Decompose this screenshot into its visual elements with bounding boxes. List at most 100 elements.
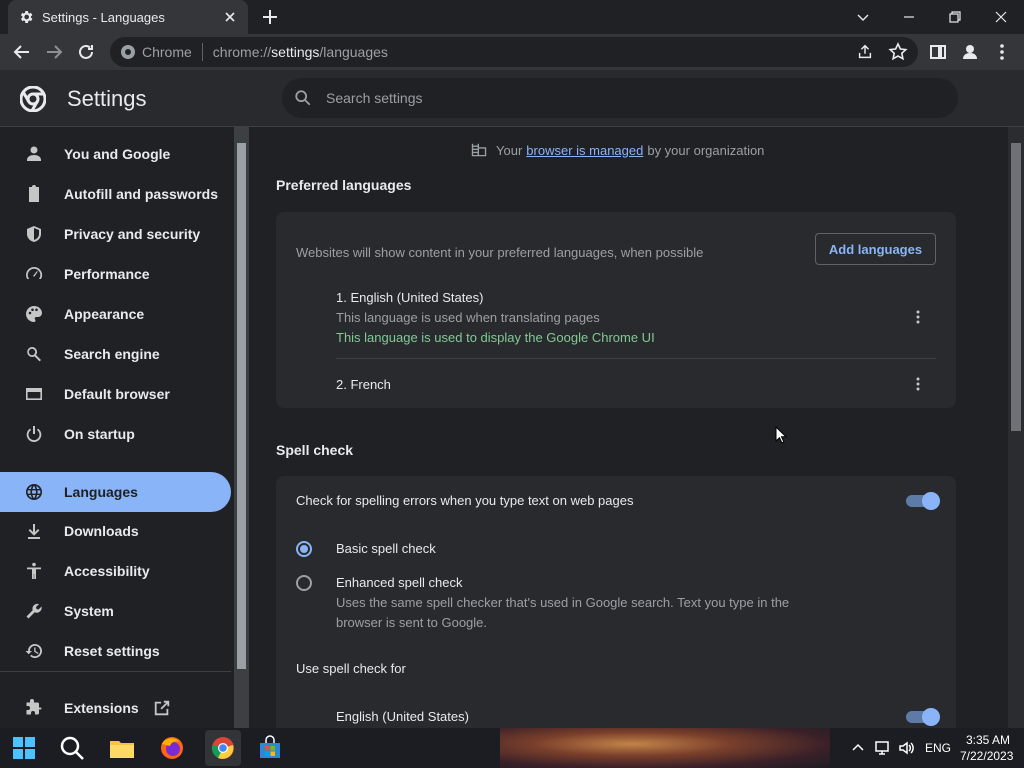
- power-icon: [26, 426, 42, 443]
- mouse-cursor-icon: [775, 426, 787, 444]
- sidebar-item-extensions[interactable]: Extensions: [0, 688, 231, 728]
- sidebar-item-appearance[interactable]: Appearance: [0, 294, 231, 334]
- preferred-description: Websites will show content in your prefe…: [296, 245, 704, 260]
- tab-settings-languages[interactable]: Settings - Languages: [8, 0, 248, 34]
- accessibility-icon: [27, 562, 41, 579]
- search-icon: [295, 90, 311, 106]
- sidebar-divider: [0, 671, 231, 672]
- basic-spell-check-radio[interactable]: [296, 541, 312, 557]
- sidebar-item-performance[interactable]: Performance: [0, 254, 231, 294]
- minimize-icon[interactable]: [899, 7, 919, 27]
- sidebar-item-label: System: [64, 603, 114, 619]
- menu-kebab-icon[interactable]: [992, 42, 1012, 62]
- url-path: /languages: [319, 44, 388, 60]
- sidebar-item-autofill[interactable]: Autofill and passwords: [0, 174, 231, 214]
- microsoft-store-icon[interactable]: [256, 734, 284, 762]
- clock-time: 3:35 AM: [965, 733, 1010, 747]
- back-arrow-icon[interactable]: [12, 42, 32, 62]
- spell-check-toggle[interactable]: [906, 492, 940, 510]
- enhanced-spell-check-radio[interactable]: [296, 575, 312, 591]
- input-language[interactable]: ENG: [925, 741, 951, 755]
- share-icon[interactable]: [856, 43, 874, 61]
- sidebar-scroll-thumb[interactable]: [237, 143, 246, 669]
- clipboard-icon: [29, 185, 39, 202]
- spell-check-card: Check for spelling errors when you type …: [276, 476, 956, 728]
- preferred-languages-card: Websites will show content in your prefe…: [276, 212, 956, 408]
- sidebar-item-label: Default browser: [64, 386, 170, 402]
- search-input[interactable]: [326, 90, 926, 106]
- sidebar-item-downloads[interactable]: Downloads: [0, 511, 231, 551]
- sidebar-item-languages[interactable]: Languages: [0, 472, 231, 512]
- enhanced-description-line2: browser is sent to Google.: [336, 615, 488, 630]
- tab-search-chevron-icon[interactable]: [853, 7, 873, 27]
- sidebar-item-privacy[interactable]: Privacy and security: [0, 214, 231, 254]
- sidebar-item-label: Languages: [64, 484, 138, 500]
- chrome-taskbar-icon[interactable]: [209, 734, 237, 762]
- speedometer-icon: [26, 266, 43, 279]
- network-icon[interactable]: [874, 740, 890, 756]
- profile-icon[interactable]: [960, 42, 980, 62]
- language-name-english: 1. English (United States): [336, 290, 484, 305]
- sidebar-item-default-browser[interactable]: Default browser: [0, 374, 231, 414]
- sidebar-item-system[interactable]: System: [0, 591, 231, 631]
- taskbar-search-icon[interactable]: [58, 734, 86, 762]
- language-name-french: 2. French: [336, 377, 391, 392]
- restore-icon[interactable]: [945, 7, 965, 27]
- firefox-icon[interactable]: [158, 734, 186, 762]
- browser-managed-link[interactable]: browser is managed: [526, 143, 643, 158]
- person-icon: [27, 146, 41, 161]
- download-icon: [28, 524, 40, 539]
- managed-notice: Your browser is managed by your organiza…: [470, 141, 764, 159]
- sidebar-item-reset-settings[interactable]: Reset settings: [0, 631, 231, 671]
- sidebar-item-label: On startup: [64, 426, 135, 442]
- settings-sidebar: You and Google Autofill and passwords Pr…: [0, 127, 234, 728]
- file-explorer-icon[interactable]: [108, 734, 136, 762]
- spell-language-toggle[interactable]: [906, 708, 940, 726]
- address-bar[interactable]: Chrome chrome://settings/languages: [110, 37, 918, 67]
- building-icon: [471, 143, 487, 157]
- search-icon: [27, 347, 41, 362]
- browser-window-icon: [26, 388, 42, 400]
- close-tab-icon[interactable]: [222, 9, 238, 25]
- enhanced-description-line1: Uses the same spell checker that's used …: [336, 595, 790, 610]
- add-languages-button[interactable]: Add languages: [815, 233, 936, 265]
- clock-date: 7/22/2023: [960, 749, 1014, 763]
- chrome-logo-icon: [20, 86, 46, 112]
- external-link-icon: [154, 700, 169, 716]
- more-actions-icon[interactable]: [910, 376, 926, 392]
- use-spell-check-for-label: Use spell check for: [296, 661, 406, 676]
- wallpaper-peek: [500, 728, 830, 768]
- main-scroll-thumb[interactable]: [1011, 143, 1021, 431]
- language-note-ui: This language is used to display the Goo…: [336, 330, 655, 345]
- sidebar-item-label: You and Google: [64, 146, 171, 162]
- settings-title: Settings: [67, 86, 147, 111]
- system-clock[interactable]: 3:35 AM 7/22/2023: [960, 732, 1014, 764]
- sidebar-item-search-engine[interactable]: Search engine: [0, 334, 231, 374]
- preferred-languages-title: Preferred languages: [276, 177, 412, 193]
- sidebar-item-on-startup[interactable]: On startup: [0, 414, 231, 454]
- side-panel-icon[interactable]: [928, 42, 948, 62]
- reload-icon[interactable]: [76, 42, 96, 62]
- forward-arrow-icon[interactable]: [44, 42, 64, 62]
- title-bar: Settings - Languages: [0, 0, 1024, 34]
- sidebar-scrollbar[interactable]: [234, 127, 249, 728]
- url-prefix: chrome://: [212, 44, 272, 60]
- language-divider: [336, 358, 936, 359]
- enhanced-spell-check-label: Enhanced spell check: [336, 575, 463, 590]
- sidebar-item-accessibility[interactable]: Accessibility: [0, 551, 231, 591]
- wrench-icon: [26, 603, 42, 619]
- bookmark-star-icon[interactable]: [888, 42, 908, 62]
- volume-icon[interactable]: [898, 740, 914, 756]
- sidebar-item-label: Downloads: [64, 523, 139, 539]
- puzzle-icon: [26, 699, 42, 715]
- sidebar-item-you-and-google[interactable]: You and Google: [0, 134, 231, 174]
- omnibox-separator: [201, 43, 203, 61]
- more-actions-icon[interactable]: [910, 309, 926, 325]
- close-window-icon[interactable]: [991, 7, 1011, 27]
- tray-chevron-up-icon[interactable]: [850, 740, 866, 756]
- windows-start-icon[interactable]: [10, 734, 38, 762]
- main-scrollbar[interactable]: [1008, 127, 1024, 728]
- basic-spell-check-label: Basic spell check: [336, 541, 436, 556]
- new-tab-icon[interactable]: [260, 7, 280, 27]
- search-box[interactable]: [282, 78, 958, 118]
